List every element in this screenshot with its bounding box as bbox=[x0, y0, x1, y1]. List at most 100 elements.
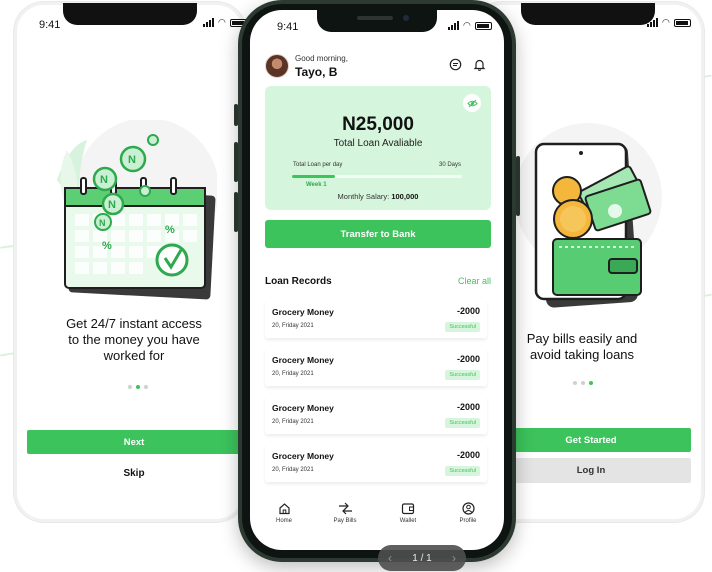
svg-text:N: N bbox=[99, 218, 106, 228]
loan-records-title: Loan Records bbox=[265, 276, 332, 287]
loan-record-row[interactable]: Grocery Money 20, Friday 2021 -2000 Succ… bbox=[265, 300, 487, 338]
tab-label: Wallet bbox=[399, 518, 417, 524]
salary-label: Monthly Salary: bbox=[337, 192, 390, 201]
prev-arrow-icon[interactable]: ‹ bbox=[388, 551, 392, 565]
monthly-salary: Monthly Salary: 100,000 bbox=[265, 192, 491, 201]
tab-wallet[interactable]: Wallet bbox=[383, 500, 433, 524]
svg-text:%: % bbox=[102, 240, 112, 252]
page-dot-active bbox=[136, 385, 140, 389]
home-icon bbox=[259, 500, 309, 516]
wallet-phone-illustration bbox=[514, 123, 662, 308]
tab-profile[interactable]: Profile bbox=[443, 500, 493, 524]
loan-balance-card: N25,000 Total Loan Avaliable Total Loan … bbox=[265, 86, 491, 210]
signal-icon bbox=[448, 21, 459, 30]
record-amount: -2000 bbox=[456, 450, 480, 460]
wifi-icon: ◠ bbox=[463, 20, 471, 30]
status-time: 9:41 bbox=[39, 19, 61, 31]
period-days: 30 Days bbox=[438, 162, 461, 168]
get-started-button[interactable]: Get Started bbox=[491, 428, 691, 452]
page-dot bbox=[128, 385, 132, 389]
wifi-icon: ◠ bbox=[662, 17, 670, 27]
loan-record-row[interactable]: Grocery Money 20, Friday 2021 -2000 Succ… bbox=[265, 396, 487, 434]
bottom-tab-bar: Home Pay Bills Wallet Profile bbox=[250, 500, 504, 532]
record-name: Grocery Money bbox=[272, 451, 334, 461]
image-pager: ‹ 1 / 1 › bbox=[378, 545, 466, 571]
loan-amount-label: Total Loan Avaliable bbox=[333, 138, 423, 149]
center-phone: 9:41 ◠ Good morning, Tayo, B N25,000 Tot… bbox=[238, 0, 516, 562]
record-amount: -2000 bbox=[456, 306, 480, 316]
left-onboarding-phone: 9:41 ◠ % % N N N N Get 24/7 instant acce… bbox=[14, 2, 247, 522]
clear-all-link[interactable]: Clear all bbox=[458, 276, 491, 286]
transfer-arrows-icon bbox=[320, 500, 370, 516]
status-badge: Successful bbox=[445, 322, 480, 332]
record-name: Grocery Money bbox=[272, 355, 334, 365]
next-arrow-icon[interactable]: › bbox=[452, 551, 456, 565]
tab-label: Home bbox=[275, 518, 292, 524]
period-label: Total Loan per day bbox=[293, 162, 343, 168]
svg-text:N: N bbox=[128, 154, 136, 166]
record-name: Grocery Money bbox=[272, 307, 334, 317]
page-dots bbox=[573, 381, 593, 385]
signal-icon bbox=[647, 18, 658, 27]
loan-record-row[interactable]: Grocery Money 20, Friday 2021 -2000 Succ… bbox=[265, 444, 487, 482]
loan-record-row[interactable]: Grocery Money 20, Friday 2021 -2000 Succ… bbox=[265, 348, 487, 386]
page-dot bbox=[144, 385, 148, 389]
page-dot bbox=[581, 381, 585, 385]
svg-text:N: N bbox=[108, 199, 116, 211]
transfer-to-bank-button[interactable]: Transfer to Bank bbox=[265, 220, 491, 248]
profile-icon bbox=[443, 500, 493, 516]
record-date: 20, Friday 2021 bbox=[272, 419, 314, 425]
battery-icon bbox=[474, 21, 492, 30]
phone-notch bbox=[521, 3, 655, 25]
phone-notch bbox=[63, 3, 197, 25]
tab-pay-bills[interactable]: Pay Bills bbox=[320, 500, 370, 524]
wifi-icon: ◠ bbox=[218, 17, 226, 27]
battery-icon bbox=[673, 18, 691, 27]
record-amount: -2000 bbox=[456, 354, 480, 364]
status-badge: Successful bbox=[445, 466, 480, 476]
record-date: 20, Friday 2021 bbox=[272, 323, 314, 329]
tab-home[interactable]: Home bbox=[259, 500, 309, 524]
login-button[interactable]: Log In bbox=[491, 458, 691, 483]
loan-progress-bar bbox=[292, 175, 462, 178]
salary-value: 100,000 bbox=[391, 192, 419, 201]
showcase-stage: 9:41 ◠ % % N N N N Get 24/7 instant acce… bbox=[0, 0, 712, 572]
phone-side-button bbox=[516, 156, 520, 216]
record-name: Grocery Money bbox=[272, 403, 334, 413]
page-dots bbox=[128, 385, 148, 389]
loan-progress-fill bbox=[292, 175, 335, 178]
onboarding-text: Get 24/7 instant access to the money you… bbox=[66, 316, 202, 363]
status-icons: ◠ bbox=[647, 18, 691, 27]
wallet-icon bbox=[383, 500, 433, 516]
phone-notch bbox=[317, 10, 437, 32]
loan-amount: N25,000 bbox=[342, 114, 414, 135]
status-icons: ◠ bbox=[203, 18, 247, 27]
chat-icon[interactable] bbox=[448, 57, 462, 71]
tab-label: Pay Bills bbox=[333, 518, 357, 524]
status-time: 9:41 bbox=[277, 21, 299, 33]
skip-button[interactable]: Skip bbox=[27, 461, 241, 485]
svg-text:N: N bbox=[100, 174, 108, 186]
dashboard-screen: 9:41 ◠ Good morning, Tayo, B N25,000 Tot… bbox=[250, 10, 504, 550]
pager-label: 1 / 1 bbox=[412, 552, 432, 564]
record-date: 20, Friday 2021 bbox=[272, 371, 314, 377]
username: Tayo, B bbox=[295, 65, 338, 79]
record-amount: -2000 bbox=[456, 402, 480, 412]
onboarding-text: Pay bills easily and avoid taking loans bbox=[526, 331, 638, 362]
svg-text:%: % bbox=[165, 224, 175, 236]
page-dot-active bbox=[589, 381, 593, 385]
page-dot bbox=[573, 381, 577, 385]
tab-label: Profile bbox=[459, 518, 477, 524]
bell-icon[interactable] bbox=[472, 57, 486, 71]
status-icons: ◠ bbox=[448, 21, 492, 30]
week-label: Week 1 bbox=[306, 182, 327, 188]
avatar[interactable] bbox=[265, 54, 289, 78]
hide-balance-eye-icon[interactable] bbox=[463, 94, 481, 112]
record-date: 20, Friday 2021 bbox=[272, 467, 314, 473]
status-badge: Successful bbox=[445, 370, 480, 380]
calendar-illustration: % % N N N N bbox=[57, 120, 217, 300]
signal-icon bbox=[203, 18, 214, 27]
next-button[interactable]: Next bbox=[27, 430, 241, 454]
status-badge: Successful bbox=[445, 418, 480, 428]
greeting-text: Good morning, bbox=[295, 54, 348, 63]
